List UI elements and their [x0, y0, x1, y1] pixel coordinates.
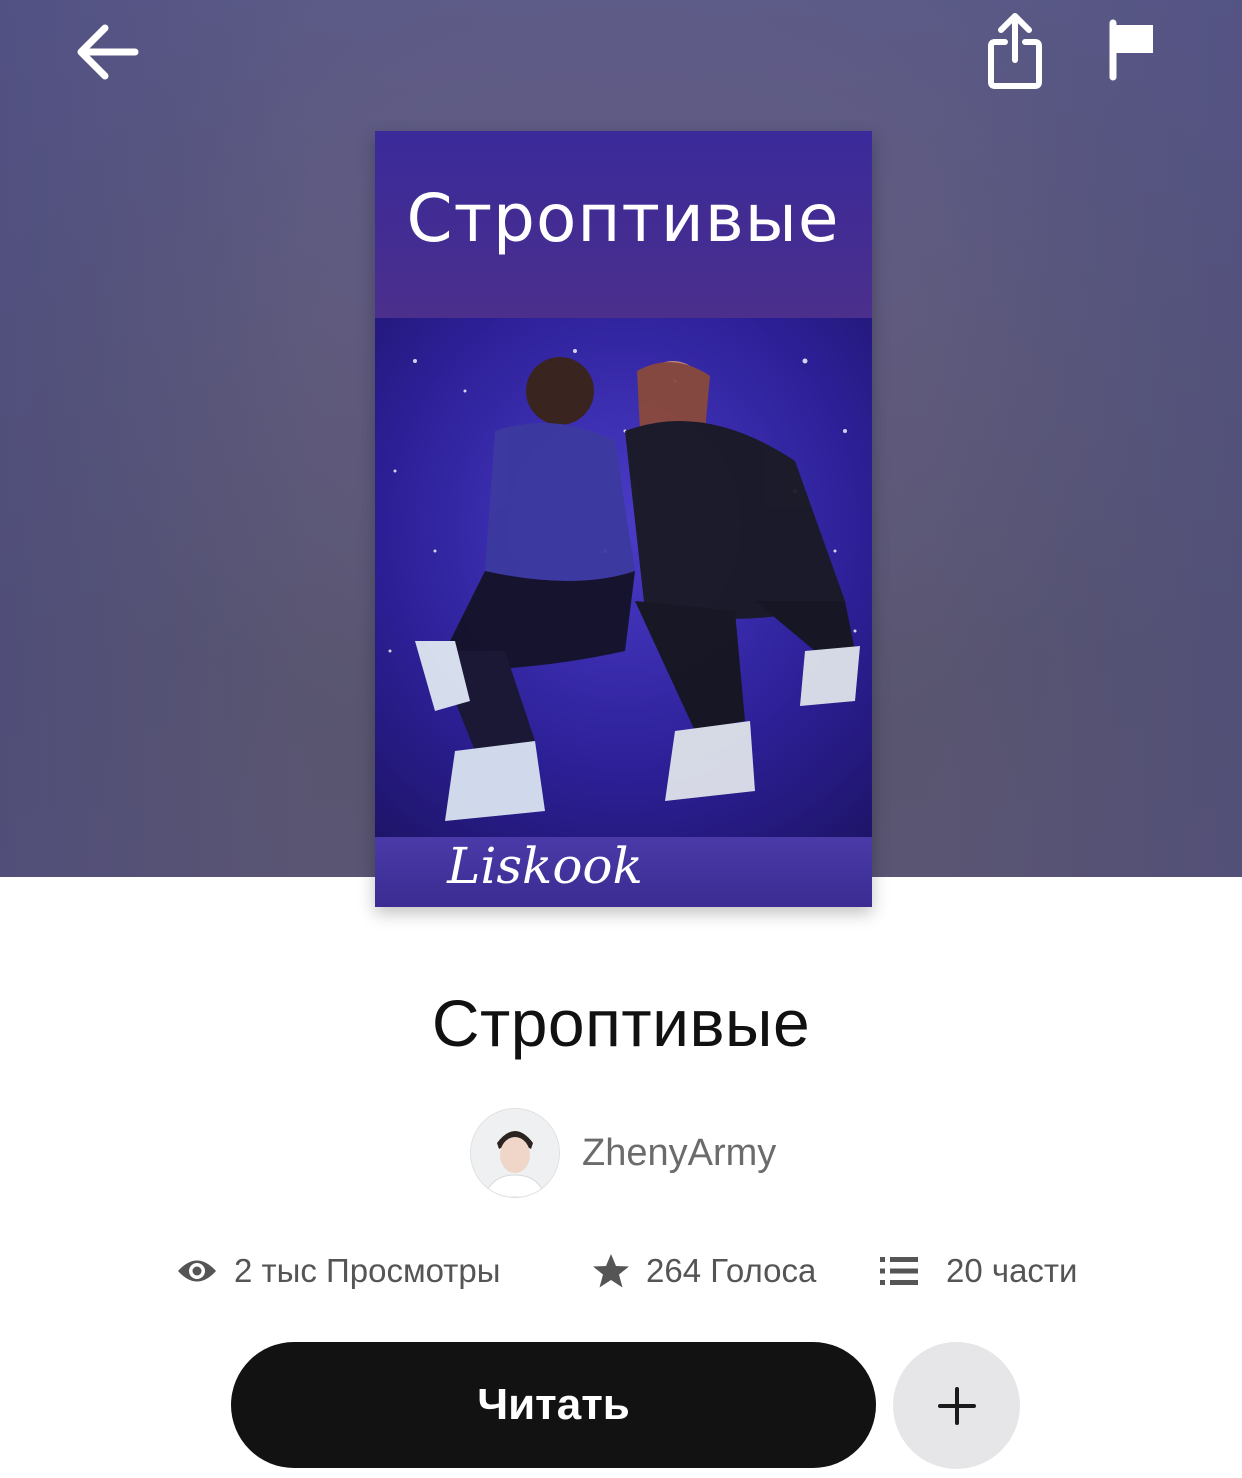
author-link[interactable]: ZhenyArmy [470, 1107, 776, 1199]
plus-icon [937, 1386, 976, 1425]
cover-art: Строптивые Liskook [375, 131, 872, 907]
views-count: 2 тыс Просмотры [234, 1252, 501, 1289]
report-button[interactable] [1098, 10, 1168, 90]
share-button[interactable] [975, 6, 1055, 96]
votes-count: 264 Голоса [646, 1252, 817, 1289]
story-cover[interactable]: Строптивые Liskook [375, 131, 872, 907]
author-name: ZhenyArmy [582, 1131, 777, 1174]
list-icon [880, 1257, 918, 1285]
back-button[interactable] [62, 10, 152, 94]
cover-subtitle: Liskook [446, 837, 643, 895]
stat-parts: 20 части [880, 1246, 1077, 1296]
add-to-library-button[interactable] [893, 1342, 1020, 1469]
eye-icon [178, 1260, 216, 1282]
arrow-left-icon [77, 24, 139, 80]
star-icon [593, 1254, 629, 1288]
parts-count: 20 части [946, 1252, 1078, 1289]
cover-title: Строптивые [407, 180, 840, 257]
read-button[interactable]: Читать [231, 1342, 876, 1468]
stat-votes: 264 Голоса [592, 1246, 816, 1296]
author-avatar [470, 1108, 560, 1198]
flag-icon [1109, 19, 1153, 81]
stat-views: 2 тыс Просмотры [176, 1246, 500, 1296]
story-title: Строптивые [431, 986, 811, 1060]
story-stats: 2 тыс Просмотры 264 Голоса 20 части [0, 1246, 1242, 1296]
share-icon [988, 13, 1042, 89]
